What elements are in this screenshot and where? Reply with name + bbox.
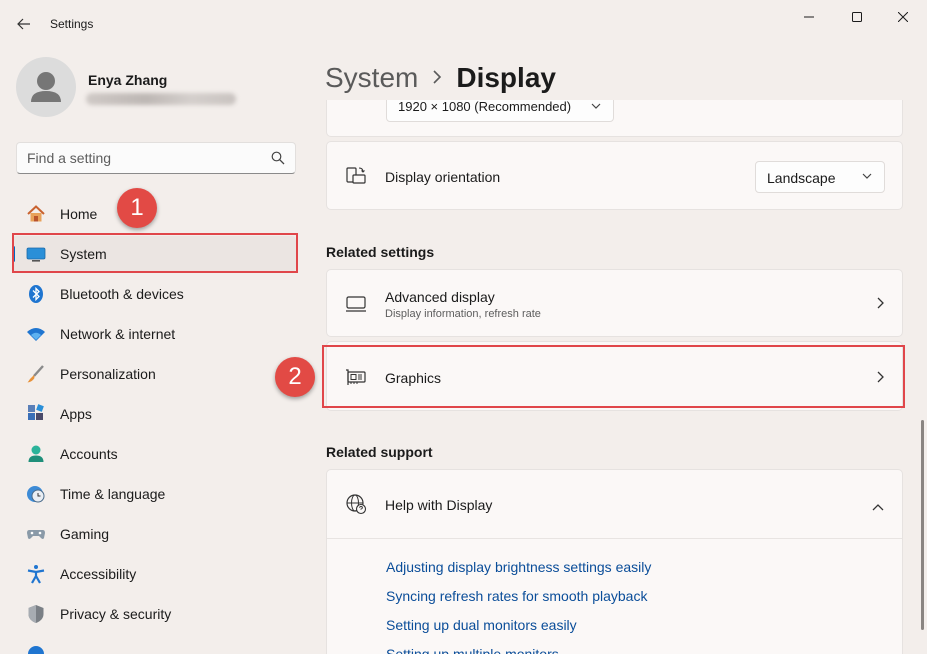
sidebar-item-label: Accessibility xyxy=(60,566,137,582)
breadcrumb-parent[interactable]: System xyxy=(325,62,418,94)
sidebar-item-label: Privacy & security xyxy=(60,606,172,622)
sidebar-item-label: Gaming xyxy=(60,526,110,542)
annotation-badge-2: 2 xyxy=(275,357,315,397)
chevron-right-icon xyxy=(432,68,442,89)
sidebar-item-bluetooth[interactable]: Bluetooth & devices xyxy=(12,276,296,312)
bluetooth-icon xyxy=(26,284,46,304)
update-icon xyxy=(26,644,46,654)
sidebar-item-label: Personalization xyxy=(60,366,156,382)
orientation-icon xyxy=(346,167,366,184)
sidebar-item-time-language[interactable]: Time & language xyxy=(12,476,296,512)
user-name: Enya Zhang xyxy=(88,72,168,88)
minimize-button[interactable] xyxy=(786,4,832,30)
scrollbar[interactable] xyxy=(921,420,924,630)
home-icon xyxy=(26,204,46,224)
help-link-multiple-monitors[interactable]: Setting up multiple monitors xyxy=(386,646,559,654)
related-settings-heading: Related settings xyxy=(326,244,435,260)
related-support-heading: Related support xyxy=(326,444,433,460)
close-icon xyxy=(898,12,908,22)
orientation-label: Display orientation xyxy=(385,169,501,185)
chevron-right-icon xyxy=(876,296,884,312)
sidebar-item-network[interactable]: Network & internet xyxy=(12,316,296,352)
search-icon xyxy=(271,151,285,165)
person-icon xyxy=(31,72,61,102)
page-title: Display xyxy=(456,62,556,93)
resolution-card: 1920 × 1080 (Recommended) xyxy=(326,100,903,137)
close-button[interactable] xyxy=(880,4,926,30)
sidebar-item-gaming[interactable]: Gaming xyxy=(12,516,296,552)
sidebar-item-personalization[interactable]: Personalization xyxy=(12,356,296,392)
sidebar-item-label: Time & language xyxy=(60,486,166,502)
orientation-card: Display orientation Landscape xyxy=(326,141,903,210)
account-icon xyxy=(26,444,46,464)
divider xyxy=(327,538,902,539)
minimize-icon xyxy=(804,16,814,18)
resolution-dropdown[interactable]: 1920 × 1080 (Recommended) xyxy=(386,100,614,122)
monitor-outline-icon xyxy=(346,296,366,312)
sidebar-item-label: Home xyxy=(60,206,98,222)
annotation-badge-1: 1 xyxy=(117,188,157,228)
maximize-button[interactable] xyxy=(834,4,880,30)
help-header[interactable]: Help with Display xyxy=(327,470,902,538)
help-title: Help with Display xyxy=(385,497,493,513)
advanced-display-row[interactable]: Advanced display Display information, re… xyxy=(326,269,903,337)
help-link-refresh-rates[interactable]: Syncing refresh rates for smooth playbac… xyxy=(386,588,647,604)
user-email-redacted xyxy=(86,93,236,105)
sidebar-item-label: Accounts xyxy=(60,446,118,462)
sidebar-item-accounts[interactable]: Accounts xyxy=(12,436,296,472)
title-bar: Settings xyxy=(0,0,927,48)
orientation-dropdown[interactable]: Landscape xyxy=(755,161,885,193)
brush-icon xyxy=(26,364,46,384)
breadcrumb: System Display xyxy=(325,58,556,98)
maximize-icon xyxy=(852,12,862,22)
search-box[interactable] xyxy=(16,142,296,174)
gamepad-icon xyxy=(26,524,46,544)
sidebar-item-privacy[interactable]: Privacy & security xyxy=(12,596,296,632)
help-link-brightness[interactable]: Adjusting display brightness settings ea… xyxy=(386,559,651,575)
sidebar-item-accessibility[interactable]: Accessibility xyxy=(12,556,296,592)
chevron-up-icon[interactable] xyxy=(872,498,884,514)
settings-window: Settings Enya Zhang Home S xyxy=(0,0,927,654)
back-arrow-icon xyxy=(17,18,30,30)
apps-icon xyxy=(26,404,46,424)
sidebar-item-apps[interactable]: Apps xyxy=(12,396,296,432)
help-card: Help with Display Adjusting display brig… xyxy=(326,469,903,654)
accessibility-icon xyxy=(26,564,46,584)
chevron-down-icon xyxy=(862,170,872,182)
back-button[interactable] xyxy=(10,11,38,37)
globe-help-icon xyxy=(346,494,367,515)
wifi-icon xyxy=(26,324,46,344)
resolution-value: 1920 × 1080 (Recommended) xyxy=(398,100,572,114)
sidebar-item-label: Network & internet xyxy=(60,326,176,342)
advanced-display-title: Advanced display xyxy=(385,289,495,305)
advanced-display-subtitle: Display information, refresh rate xyxy=(385,308,541,320)
avatar[interactable] xyxy=(16,57,76,117)
sidebar-item-windows-update[interactable] xyxy=(12,636,296,654)
help-link-dual-monitors[interactable]: Setting up dual monitors easily xyxy=(386,617,577,633)
app-title: Settings xyxy=(50,17,94,31)
clock-globe-icon xyxy=(26,484,46,504)
shield-icon xyxy=(26,604,46,624)
sidebar-item-label: Bluetooth & devices xyxy=(60,286,184,302)
sidebar-item-label: Apps xyxy=(60,406,92,422)
chevron-down-icon xyxy=(591,100,601,112)
search-input[interactable] xyxy=(17,143,257,173)
orientation-value: Landscape xyxy=(767,170,836,186)
annotation-highlight-system xyxy=(12,233,298,273)
annotation-highlight-graphics xyxy=(322,345,905,408)
